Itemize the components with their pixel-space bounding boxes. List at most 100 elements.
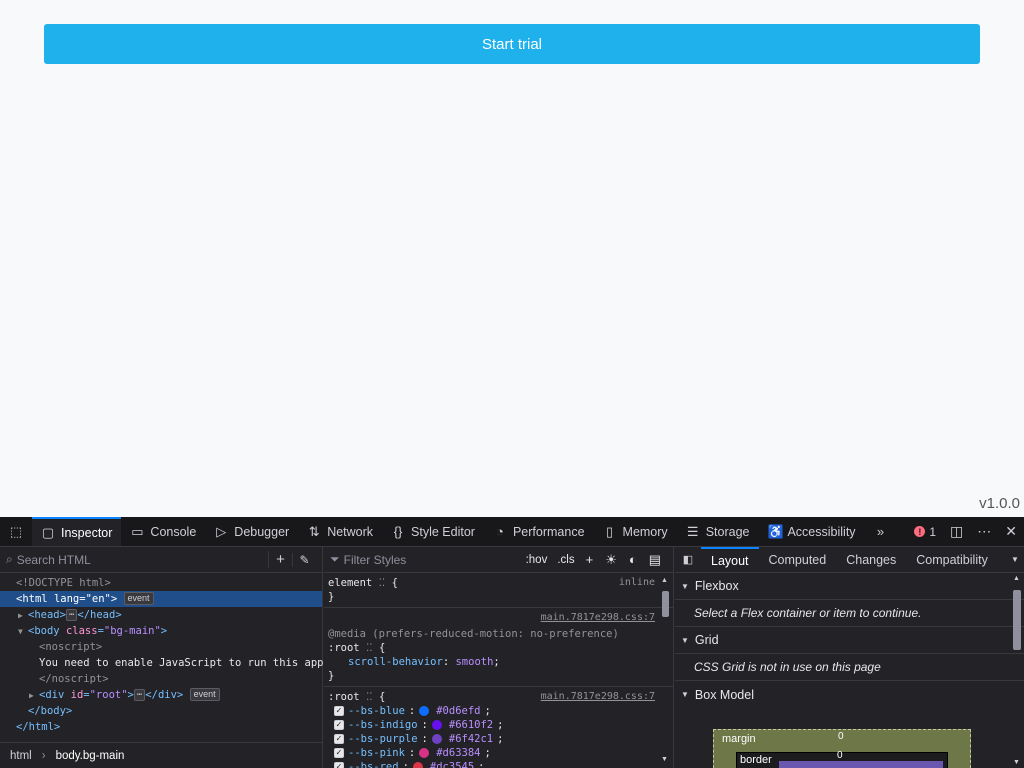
- add-node-button[interactable]: +: [268, 551, 292, 568]
- tab-style-editor[interactable]: {} Style Editor: [382, 517, 484, 546]
- css-variable-name[interactable]: --bs-red: [348, 760, 399, 768]
- class-toggle-button[interactable]: .cls: [552, 554, 579, 566]
- grid-section-header[interactable]: ▼ Grid: [675, 627, 1024, 654]
- color-swatch-icon[interactable]: [412, 762, 423, 768]
- scroll-up-icon[interactable]: ▲: [1013, 575, 1020, 582]
- rules-scrollbar[interactable]: ▲ ▼: [660, 575, 671, 765]
- tab-network[interactable]: ⇅ Network: [298, 517, 382, 546]
- css-variable-value[interactable]: #d63384: [436, 746, 480, 760]
- more-tools-button[interactable]: »: [865, 517, 903, 546]
- css-variable-row[interactable]: ✓ --bs-pink: #d63384;: [328, 746, 655, 760]
- tab-console[interactable]: ▭ Console: [121, 517, 205, 546]
- tab-layout[interactable]: Layout: [701, 547, 759, 572]
- expand-arrow-icon[interactable]: ▶: [18, 608, 28, 624]
- css-variable-row[interactable]: ✓ --bs-indigo: #6610f2;: [328, 718, 655, 732]
- start-trial-button[interactable]: Start trial: [44, 24, 980, 64]
- declaration-checkbox[interactable]: ✓: [334, 706, 344, 716]
- markup-line-noscript-open[interactable]: <noscript>: [0, 639, 322, 655]
- css-variable-value[interactable]: #6f42c1: [449, 732, 493, 746]
- css-variable-name[interactable]: --bs-pink: [348, 746, 405, 760]
- css-variable-value[interactable]: #0d6efd: [436, 704, 480, 718]
- margin-top-value[interactable]: 0: [838, 731, 844, 742]
- hover-toggle-button[interactable]: :hov: [521, 554, 553, 566]
- tab-inspector[interactable]: ▢ Inspector: [32, 517, 122, 546]
- performance-icon: ◔: [496, 524, 504, 539]
- tab-accessibility[interactable]: ♿ Accessibility: [758, 517, 864, 546]
- scroll-down-icon[interactable]: ▼: [661, 756, 668, 763]
- layout-scrollbar[interactable]: ▲ ▼: [1010, 573, 1023, 768]
- css-variable-row[interactable]: ✓ --bs-blue: #0d6efd;: [328, 704, 655, 718]
- markup-line-doctype[interactable]: <!DOCTYPE html>: [0, 575, 322, 591]
- error-count-button[interactable]: ! 1: [907, 525, 943, 539]
- color-swatch-icon[interactable]: [431, 734, 442, 744]
- devtools-toolbar: ⬚ ▢ Inspector ▭ Console ▷ Debugger ⇅ Network…: [0, 517, 1024, 547]
- print-media-icon[interactable]: ▤: [643, 552, 667, 568]
- markup-line-html-close[interactable]: </html>: [0, 719, 322, 735]
- tab-storage[interactable]: ☰ Storage: [677, 517, 759, 546]
- box-model-border[interactable]: border 0: [736, 750, 948, 768]
- scroll-up-icon[interactable]: ▲: [661, 577, 668, 584]
- css-variable-name[interactable]: --bs-blue: [348, 704, 405, 718]
- css-variable-value[interactable]: #6610f2: [449, 718, 493, 732]
- markup-line-noscript-text[interactable]: You need to enable JavaScript to run thi…: [0, 655, 330, 671]
- tab-debugger[interactable]: ▷ Debugger: [205, 517, 298, 546]
- breadcrumb-item-body[interactable]: body.bg-main: [56, 750, 125, 762]
- stylesheet-link[interactable]: main.7817e298.css:7: [541, 611, 655, 625]
- close-icon[interactable]: ✕: [998, 523, 1024, 540]
- color-swatch-icon[interactable]: [431, 720, 442, 730]
- light-theme-icon[interactable]: ☀: [599, 552, 623, 568]
- search-html-input[interactable]: Search HTML: [17, 553, 268, 567]
- css-variable-row[interactable]: ✓ --bs-red: #dc3545;: [328, 760, 655, 768]
- color-swatch-icon[interactable]: [419, 706, 430, 716]
- css-variable-name[interactable]: --bs-purple: [348, 732, 418, 746]
- more-options-icon[interactable]: ⋯: [970, 523, 998, 540]
- version-label: v1.0.0: [979, 495, 1020, 512]
- box-model-margin[interactable]: margin 0 border 0: [713, 729, 971, 768]
- markup-line-html[interactable]: <html lang="en"> event: [0, 591, 322, 607]
- network-icon: ⇅: [308, 523, 320, 539]
- declaration-checkbox[interactable]: ✓: [334, 748, 344, 758]
- css-variable-row[interactable]: ✓ --bs-purple: #6f42c1;: [328, 732, 655, 746]
- markup-line-body[interactable]: ▼ <body class="bg-main">: [0, 623, 322, 639]
- scrollbar-thumb[interactable]: [662, 591, 669, 617]
- border-top-value[interactable]: 0: [837, 750, 843, 761]
- collapsed-content-icon[interactable]: ⋯: [65, 609, 78, 621]
- add-rule-icon[interactable]: +: [580, 552, 600, 567]
- breadcrumb-item-html[interactable]: html: [10, 750, 32, 762]
- tab-computed[interactable]: Computed: [759, 547, 837, 572]
- dark-theme-icon[interactable]: ◐: [623, 552, 643, 567]
- toggle-sidebar-icon[interactable]: ◧: [675, 547, 701, 572]
- filter-styles-input[interactable]: Filter Styles: [344, 553, 521, 567]
- tab-changes[interactable]: Changes: [836, 547, 906, 572]
- markup-line-body-close[interactable]: </body>: [0, 703, 322, 719]
- declaration-checkbox[interactable]: ✓: [334, 762, 344, 768]
- box-model-padding[interactable]: [779, 761, 943, 768]
- markup-line-head[interactable]: ▶ <head> ⋯ </head>: [0, 607, 322, 623]
- scrollbar-thumb[interactable]: [1013, 590, 1021, 650]
- box-model-section-header[interactable]: ▼ Box Model: [675, 681, 1024, 708]
- event-badge[interactable]: event: [123, 592, 154, 605]
- expand-arrow-icon[interactable]: ▶: [29, 688, 39, 704]
- markup-line-noscript-close[interactable]: </noscript>: [0, 671, 322, 687]
- tab-compatibility[interactable]: Compatibility: [906, 547, 998, 572]
- css-variable-name[interactable]: --bs-indigo: [348, 718, 418, 732]
- tab-performance[interactable]: ◔ Performance: [484, 517, 594, 546]
- responsive-mode-icon[interactable]: ◫: [943, 523, 970, 540]
- eyedropper-icon[interactable]: ✎: [292, 552, 316, 567]
- element-picker-button[interactable]: ⬚: [0, 517, 32, 546]
- scroll-down-icon[interactable]: ▼: [1013, 759, 1020, 766]
- markup-line-div-root[interactable]: ▶ <div id="root"> ⋯ </div> event: [0, 687, 322, 703]
- flexbox-section-header[interactable]: ▼ Flexbox: [675, 573, 1024, 600]
- tab-memory[interactable]: ▯ Memory: [594, 517, 677, 546]
- declaration-checkbox[interactable]: ✓: [334, 734, 344, 744]
- stylesheet-link[interactable]: main.7817e298.css:7: [541, 690, 655, 704]
- declaration-checkbox[interactable]: ✓: [334, 720, 344, 730]
- accessibility-icon: ♿: [767, 523, 784, 539]
- color-swatch-icon[interactable]: [419, 748, 430, 758]
- chevron-down-icon[interactable]: ▼: [1006, 547, 1024, 572]
- collapsed-content-icon[interactable]: ⋯: [133, 689, 146, 701]
- collapse-arrow-icon[interactable]: ▼: [18, 624, 28, 640]
- box-model-diagram: margin 0 border 0: [675, 708, 1024, 768]
- event-badge[interactable]: event: [189, 688, 220, 701]
- css-variable-value[interactable]: #dc3545: [430, 760, 474, 768]
